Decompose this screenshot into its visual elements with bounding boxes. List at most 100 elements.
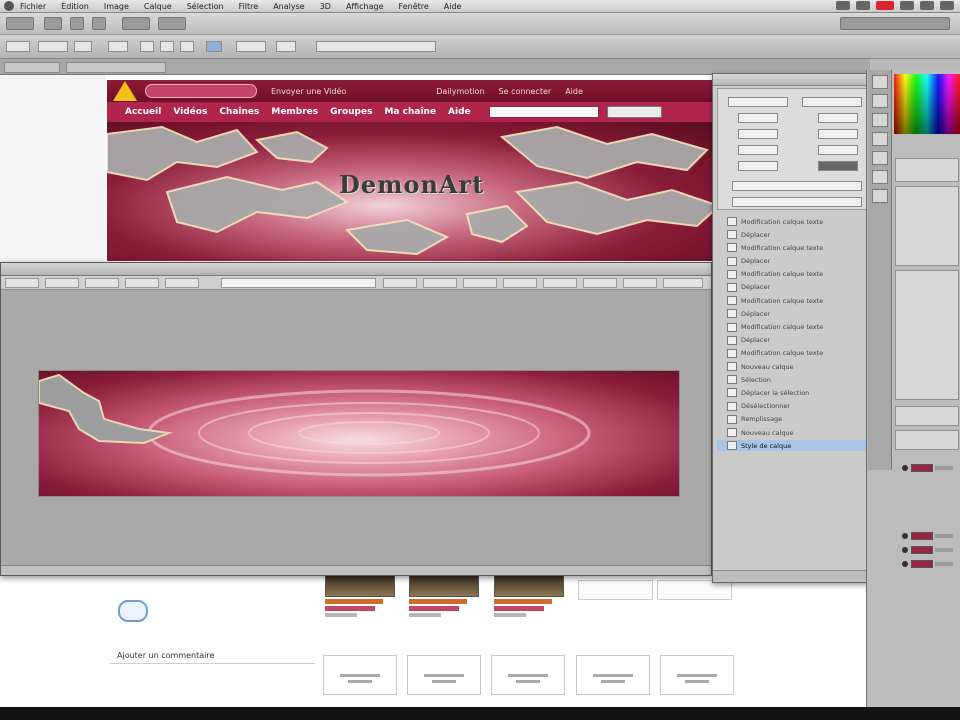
tracking-field[interactable] (818, 129, 858, 139)
properties-panel[interactable] (895, 270, 959, 400)
photoshop-document-window[interactable] (0, 262, 712, 576)
layer-row[interactable] (902, 559, 958, 569)
document-tab[interactable] (45, 278, 79, 288)
document-tab[interactable] (125, 278, 159, 288)
kerning-field[interactable] (738, 129, 778, 139)
nav-my-channel[interactable]: Ma chaîne (384, 107, 436, 117)
status-icon[interactable] (876, 1, 894, 10)
eye-icon[interactable] (902, 547, 908, 553)
hand-tool-icon[interactable] (70, 17, 84, 30)
options-extra[interactable] (316, 41, 436, 52)
menu-item[interactable]: Affichage (346, 2, 384, 11)
status-icon[interactable] (900, 1, 914, 10)
adjustments-panel-tab[interactable] (895, 158, 959, 182)
menu-item[interactable]: Analyse (273, 2, 305, 11)
crop-tool-icon[interactable] (871, 132, 888, 146)
auto-align-icon[interactable] (276, 41, 296, 52)
menu-item[interactable]: 3D (320, 2, 331, 11)
menu-item[interactable]: Fenêtre (399, 2, 429, 11)
nav-members[interactable]: Membres (271, 107, 318, 117)
eraser-tool-icon[interactable] (871, 170, 888, 184)
screen-mode-icon[interactable] (158, 17, 186, 30)
menu-item[interactable]: Filtre (239, 2, 259, 11)
layer-row[interactable] (902, 531, 958, 541)
font-size-field[interactable] (738, 113, 778, 123)
document-tab[interactable] (583, 278, 617, 288)
menu-item[interactable]: Image (104, 2, 129, 11)
brush-tool-icon[interactable] (871, 151, 888, 165)
document-tab[interactable] (383, 278, 417, 288)
move-tool-icon[interactable] (871, 75, 888, 89)
add-comment-link[interactable]: Ajouter un commentaire (117, 651, 214, 660)
document-tab[interactable] (463, 278, 497, 288)
blend-mode-dropdown[interactable] (895, 430, 959, 450)
document-tab[interactable] (165, 278, 199, 288)
history-item[interactable]: Nouveau calque (717, 427, 885, 438)
video-thumbnail[interactable] (325, 575, 395, 597)
text-color-swatch[interactable] (818, 161, 858, 171)
history-item[interactable]: Remplissage (717, 414, 885, 425)
history-item[interactable]: Modification calque texte (717, 322, 885, 333)
history-item[interactable]: Désélectionner (717, 401, 885, 412)
history-item[interactable]: Modification calque texte (717, 242, 885, 253)
menu-item[interactable]: Édition (61, 2, 89, 11)
menu-item[interactable]: Calque (144, 2, 172, 11)
type-tool-icon[interactable] (871, 189, 888, 203)
layer-row[interactable] (902, 463, 958, 473)
vertical-scale-field[interactable] (738, 145, 778, 155)
eye-icon[interactable] (902, 533, 908, 539)
arrange-documents-icon[interactable] (122, 17, 150, 30)
video-thumbnail[interactable] (409, 575, 479, 597)
suggestion-card[interactable] (407, 655, 481, 695)
document-titlebar[interactable] (1, 263, 711, 276)
zoom-tool-icon[interactable] (92, 17, 106, 30)
panel-tab[interactable] (713, 74, 889, 86)
site-search-input[interactable] (488, 106, 599, 118)
auto-select-checkbox[interactable] (38, 41, 68, 52)
login-link[interactable]: Se connecter (499, 87, 552, 96)
align-top-icon[interactable] (140, 41, 154, 52)
history-item[interactable]: Sélection (717, 374, 885, 385)
align-middle-icon[interactable] (160, 41, 174, 52)
history-item[interactable]: Modification calque texte (717, 295, 885, 306)
document-tab[interactable] (623, 278, 657, 288)
eye-icon[interactable] (902, 561, 908, 567)
history-item[interactable]: Modification calque texte (717, 348, 885, 359)
status-icon[interactable] (920, 1, 934, 10)
header-link[interactable]: Dailymotion (436, 87, 484, 96)
app-logo-button[interactable] (6, 17, 34, 30)
active-document-tab[interactable] (221, 278, 376, 288)
status-icon[interactable] (856, 1, 870, 10)
text-style-buttons[interactable] (732, 181, 862, 191)
font-style-field[interactable] (802, 97, 862, 107)
history-item-selected[interactable]: Style de calque (717, 440, 885, 452)
document-tab[interactable] (66, 62, 166, 73)
document-tab[interactable] (4, 62, 60, 73)
history-item[interactable]: Déplacer (717, 282, 885, 293)
nav-home[interactable]: Accueil (125, 107, 161, 117)
document-tab[interactable] (543, 278, 577, 288)
document-tab[interactable] (663, 278, 703, 288)
bridge-icon[interactable] (44, 17, 62, 30)
layers-panel-tab[interactable] (895, 406, 959, 426)
document-tab[interactable] (503, 278, 537, 288)
layer-row[interactable] (902, 545, 958, 555)
suggestion-card[interactable] (576, 655, 650, 695)
site-logo[interactable] (145, 84, 257, 98)
history-item[interactable]: Déplacer la sélection (717, 387, 885, 398)
nav-channels[interactable]: Chaînes (219, 107, 259, 117)
help-link[interactable]: Aide (565, 87, 583, 96)
status-icon[interactable] (836, 1, 850, 10)
document-tab[interactable] (423, 278, 457, 288)
suggestion-card[interactable] (660, 655, 734, 695)
menu-item[interactable]: Aide (444, 2, 462, 11)
baseline-field[interactable] (738, 161, 778, 171)
marquee-tool-icon[interactable] (871, 94, 888, 108)
nav-help[interactable]: Aide (448, 107, 471, 117)
layer-dropdown[interactable] (74, 41, 92, 52)
nav-groups[interactable]: Groupes (330, 107, 372, 117)
suggestion-card[interactable] (323, 655, 397, 695)
history-item[interactable]: Déplacer (717, 308, 885, 319)
color-swatches-panel[interactable] (894, 74, 960, 134)
status-icon[interactable] (940, 1, 954, 10)
